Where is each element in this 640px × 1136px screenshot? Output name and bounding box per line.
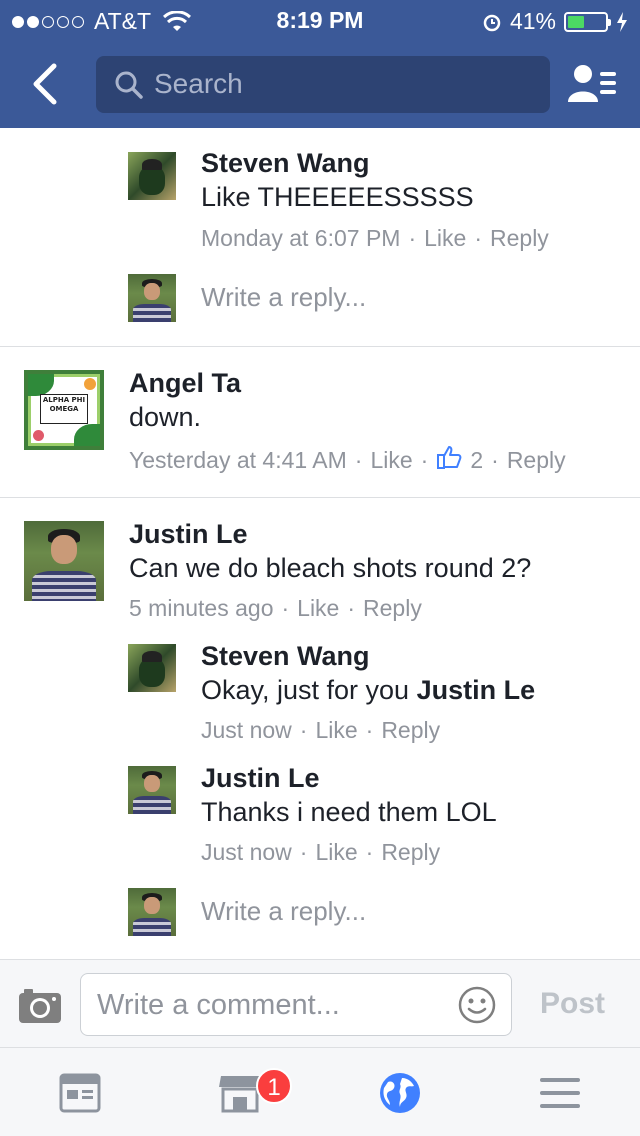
smiley-icon [458, 986, 496, 1024]
comment-meta: Yesterday at 4:41 AM · Like · 2 · Reply [129, 444, 566, 476]
divider [0, 346, 640, 347]
tab-news-feed[interactable] [58, 1072, 102, 1114]
comment-time[interactable]: Monday at 6:07 PM [201, 225, 400, 252]
camera-icon [19, 989, 61, 1023]
avatar[interactable] [128, 152, 176, 200]
commenter-name[interactable]: Steven Wang [201, 148, 370, 179]
chevron-left-icon [33, 63, 57, 105]
comment-composer: Post [0, 959, 640, 1047]
commenter-name[interactable]: Angel Ta [129, 368, 241, 399]
comment-time[interactable]: Just now [201, 717, 292, 744]
emoji-button[interactable] [457, 985, 497, 1025]
reply-link[interactable]: Reply [381, 839, 440, 866]
battery-icon [564, 11, 611, 32]
tab-bar [0, 1047, 640, 1136]
avatar[interactable] [24, 521, 104, 601]
comment-time[interactable]: Yesterday at 4:41 AM [129, 447, 347, 474]
like-link[interactable]: Like [297, 595, 339, 622]
commenter-name[interactable]: Justin Le [129, 519, 248, 550]
comment-text: down. [129, 402, 202, 432]
camera-button[interactable] [18, 986, 62, 1024]
comment-text: Can we do bleach shots round 2? [129, 553, 532, 583]
globe-icon [380, 1073, 420, 1113]
comment-meta: Just now · Like · Reply [201, 717, 441, 744]
marketplace-icon [219, 1076, 261, 1113]
thumbs-up-icon [436, 444, 462, 476]
avatar [128, 274, 176, 322]
friends-list-icon [568, 65, 616, 102]
commenter-name[interactable]: Steven Wang [201, 641, 370, 672]
comment-text-prefix: Okay, just for you [201, 675, 417, 705]
tab-notifications[interactable] [378, 1072, 422, 1114]
like-link[interactable]: Like [315, 839, 357, 866]
commenter-name[interactable]: Justin Le [201, 763, 320, 794]
reply-link[interactable]: Reply [363, 595, 422, 622]
mention-link[interactable]: Justin Le [417, 675, 536, 705]
comment-text: Okay, just for you Justin Le [201, 675, 535, 706]
comment-time[interactable]: Just now [201, 839, 292, 866]
reply-link[interactable]: Reply [507, 447, 566, 474]
battery-percent: 41% [509, 8, 556, 34]
news-feed-icon [59, 1073, 101, 1113]
comment-thread: Steven Wang Like THEEEEESSSSS Monday at … [0, 128, 640, 958]
tab-marketplace[interactable] [218, 1072, 262, 1114]
write-reply-input[interactable]: Write a reply... [201, 282, 366, 313]
comment-time[interactable]: 5 minutes ago [129, 595, 273, 622]
reply-link[interactable]: Reply [381, 717, 440, 744]
comment-meta: 5 minutes ago · Like · Reply [129, 595, 422, 622]
search-icon [115, 71, 143, 99]
charging-icon [617, 11, 627, 32]
avatar[interactable]: ALPHA PHI OMEGA [24, 370, 104, 450]
avatar[interactable] [128, 766, 176, 814]
reply-link[interactable]: Reply [490, 225, 549, 252]
avatar[interactable] [128, 644, 176, 692]
alarm-icon [483, 14, 501, 31]
write-reply-input[interactable]: Write a reply... [201, 896, 366, 927]
status-right: 41% [482, 8, 628, 35]
comment-box[interactable] [80, 973, 512, 1036]
avatar [128, 888, 176, 936]
post-button[interactable]: Post [540, 987, 605, 1021]
comment-text: Like THEEEEESSSSS [201, 182, 474, 212]
comment-meta: Just now · Like · Reply [201, 839, 441, 866]
like-link[interactable]: Like [370, 447, 412, 474]
hamburger-menu-icon [540, 1078, 580, 1108]
like-link[interactable]: Like [424, 225, 466, 252]
comment-meta: Monday at 6:07 PM · Like · Reply [201, 225, 549, 252]
back-button[interactable] [26, 62, 66, 106]
nav-header: AT&T 8:19 PM 41% [0, 0, 640, 128]
friend-requests-button[interactable] [566, 62, 618, 106]
divider [0, 497, 640, 498]
search-input[interactable] [154, 64, 534, 104]
like-link[interactable]: Like [315, 717, 357, 744]
comment-input[interactable] [97, 984, 447, 1026]
status-bar: AT&T 8:19 PM 41% [0, 0, 640, 40]
tab-menu[interactable] [538, 1072, 582, 1114]
search-bar[interactable] [96, 56, 550, 113]
notification-badge: 1 [256, 1068, 292, 1104]
like-count[interactable]: 2 [470, 447, 483, 474]
avatar-logo-text: ALPHA PHI OMEGA [40, 394, 88, 424]
comment-text: Thanks i need them LOL [201, 797, 497, 827]
